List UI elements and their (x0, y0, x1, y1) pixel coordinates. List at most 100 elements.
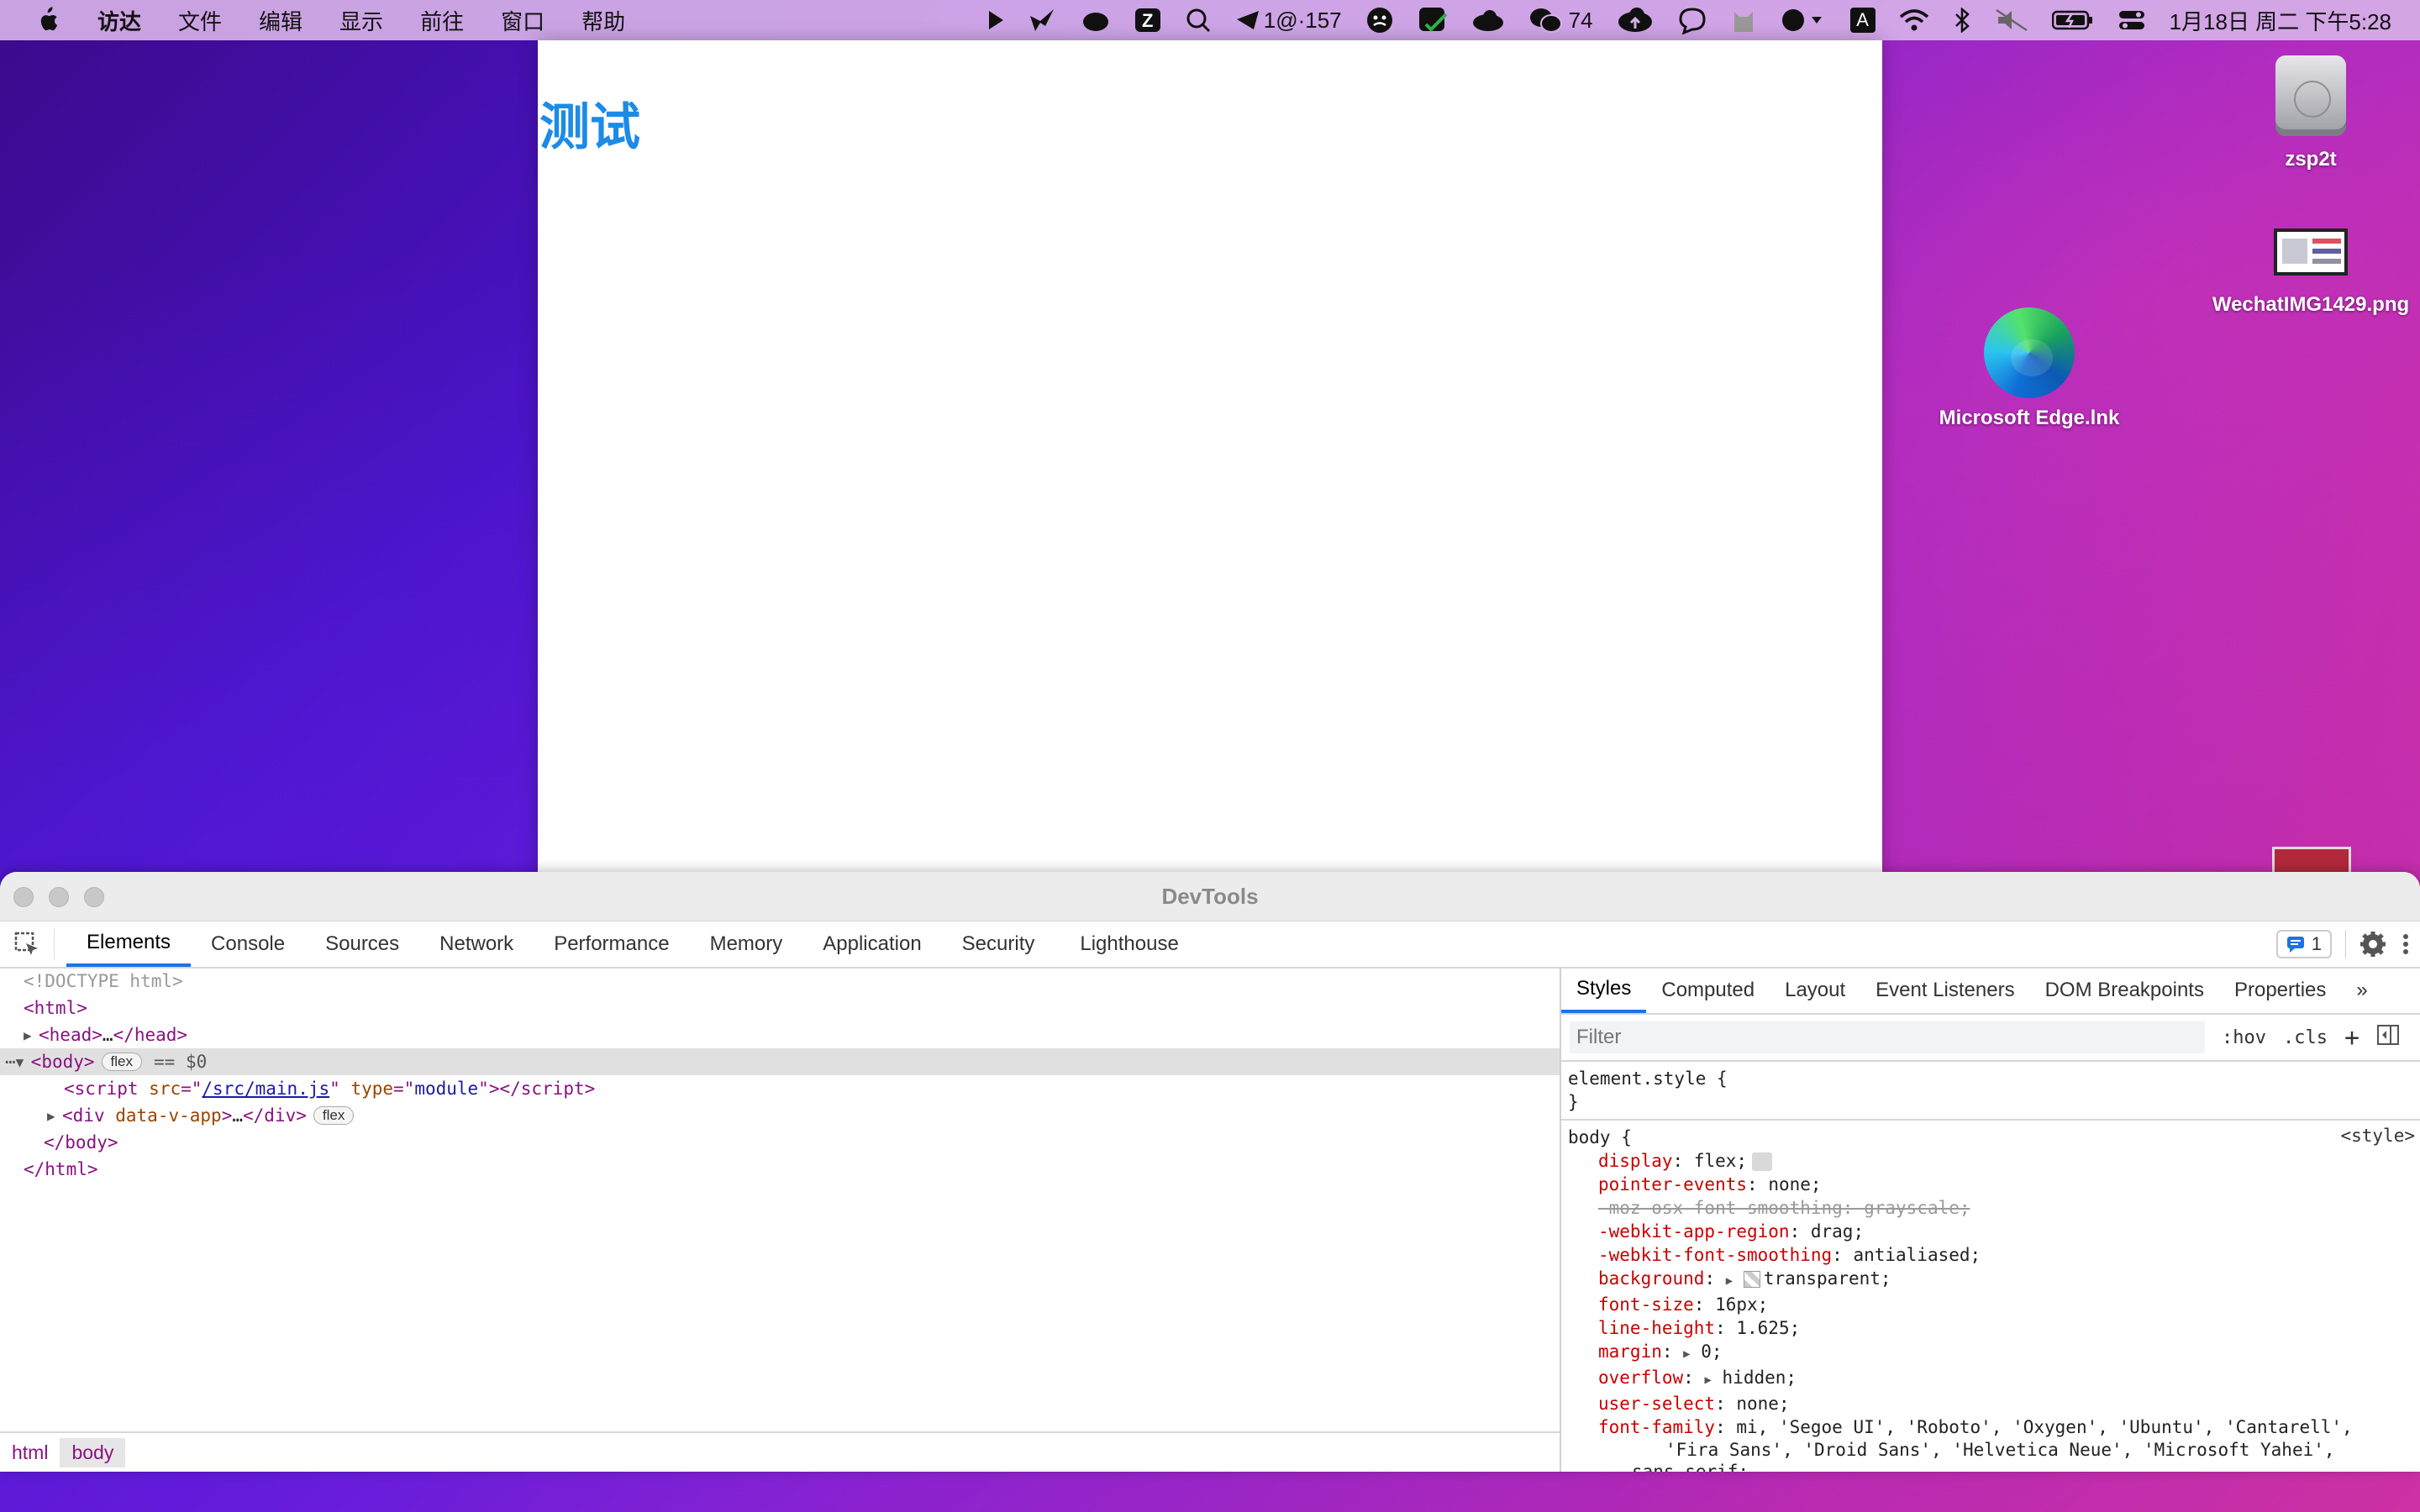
rule-source-link[interactable]: <style> (2340, 1126, 2415, 1146)
tab-lighthouse[interactable]: Lighthouse (1060, 921, 1198, 967)
wechat-icon[interactable]: 74 (1517, 0, 1605, 40)
tab-layout[interactable]: Layout (1770, 968, 1860, 1013)
menu-go[interactable]: 前往 (402, 5, 482, 36)
expand-arrow-icon[interactable]: ▶ (47, 1108, 62, 1124)
css-property[interactable]: user-select: none; (1568, 1392, 2413, 1415)
dom-script[interactable]: < script src ="/src/main.js " type =" module "… (0, 1075, 1560, 1102)
desktop-icon-label: zsp2t (2285, 148, 2337, 171)
add-rule-icon[interactable]: + (2344, 1023, 2360, 1053)
desktop-icon-zsp2t[interactable]: zsp2t (2269, 55, 2353, 171)
chat-bubble-icon[interactable] (1665, 0, 1719, 40)
dom-html-close[interactable]: </html> (0, 1156, 1560, 1183)
dom-html-open[interactable]: <html> (0, 995, 1560, 1021)
tab-computed[interactable]: Computed (1646, 968, 1770, 1013)
menu-window[interactable]: 窗口 (482, 5, 563, 36)
wifi-icon[interactable] (1887, 0, 1941, 40)
body-style-rule[interactable]: body { <style> display: flex; pointer-ev… (1561, 1121, 2420, 1472)
dom-body-close[interactable]: </body> (0, 1129, 1560, 1156)
expand-arrow-icon[interactable]: ▶ (1726, 1274, 1733, 1288)
cloud-icon[interactable] (1460, 0, 1517, 40)
clock[interactable]: 1月18日 周二 下午5:28 (2158, 0, 2403, 40)
inspect-element-icon[interactable] (0, 929, 55, 959)
tab-elements[interactable]: Elements (66, 921, 192, 967)
desktop-icon-label: WechatIMG1429.png (2212, 293, 2410, 316)
close-button[interactable] (13, 887, 34, 907)
battery-icon[interactable] (2040, 0, 2106, 40)
css-property[interactable]: display: flex; (1568, 1149, 2413, 1173)
search-chat-icon[interactable] (1173, 0, 1223, 40)
z-app-icon[interactable]: Z (1123, 0, 1173, 40)
more-tabs-chevron-icon[interactable]: » (2341, 968, 2382, 1013)
css-property[interactable]: overflow: ▶ hidden; (1568, 1366, 2413, 1392)
mail-counter[interactable]: 1@·157 (1223, 0, 1354, 40)
breadcrumb-body[interactable]: body (60, 1437, 126, 1467)
tab-sources[interactable]: Sources (305, 921, 419, 967)
expand-arrow-icon[interactable]: ▶ (1704, 1373, 1711, 1387)
tab-memory[interactable]: Memory (690, 921, 803, 967)
desktop-icon-wechat-image[interactable]: WechatIMG1429.png (2202, 228, 2420, 319)
element-style-rule[interactable]: element.style { } (1561, 1062, 2420, 1121)
desktop-icon-label: Microsoft Edge.lnk (1939, 407, 2120, 429)
css-property[interactable]: margin: ▶ 0; (1568, 1340, 2413, 1366)
color-swatch-icon[interactable] (1743, 1271, 1760, 1288)
tab-event-listeners[interactable]: Event Listeners (1860, 968, 2029, 1013)
collapse-arrow-icon[interactable]: ▼ (16, 1054, 31, 1070)
dom-head[interactable]: ▶ < head >… </head > (0, 1021, 1560, 1048)
zoom-button[interactable] (84, 887, 104, 907)
styles-filter-input[interactable] (1570, 1021, 2205, 1053)
tab-styles[interactable]: Styles (1561, 968, 1647, 1013)
flexbox-editor-icon[interactable] (1752, 1152, 1773, 1171)
hov-toggle[interactable]: :hov (2222, 1027, 2266, 1048)
bluetooth-icon[interactable] (1941, 0, 1983, 40)
tab-security[interactable]: Security (942, 921, 1055, 967)
input-method-icon[interactable]: A (1839, 0, 1887, 40)
tab-network[interactable]: Network (419, 921, 534, 967)
menu-finder[interactable]: 访达 (79, 5, 160, 36)
css-property[interactable]: line-height: 1.625; (1568, 1316, 2413, 1340)
toggle-dropdown-icon[interactable] (1768, 0, 1839, 40)
css-property[interactable]: -webkit-font-smoothing: antialiased; (1568, 1243, 2413, 1267)
more-options-icon[interactable] (2400, 931, 2412, 958)
expand-arrow-icon[interactable]: ▶ (24, 1027, 39, 1043)
control-center-icon[interactable] (2106, 0, 2158, 40)
cat-icon[interactable] (1719, 0, 1768, 40)
issues-button[interactable]: 1 (2275, 930, 2332, 958)
cloud-upload-icon[interactable] (1605, 0, 1665, 40)
css-property[interactable]: font-family: mi, 'Segoe UI', 'Roboto', '… (1568, 1415, 2413, 1439)
dom-div-app[interactable]: ▶ < div data-v-app >… </div > flex (0, 1102, 1560, 1129)
devtools-title: DevTools (1161, 883, 1259, 909)
face-icon[interactable] (1354, 0, 1406, 40)
menu-help[interactable]: 帮助 (563, 5, 644, 36)
play-icon[interactable] (975, 0, 1017, 40)
css-property[interactable]: pointer-events: none; (1568, 1173, 2413, 1196)
menu-view[interactable]: 显示 (321, 5, 402, 36)
bird-icon[interactable] (1017, 0, 1069, 40)
mute-icon[interactable] (1983, 0, 2040, 40)
css-property[interactable]: background: ▶ transparent; (1568, 1267, 2413, 1293)
desktop-icon-edge[interactable]: Microsoft Edge.lnk (1924, 307, 2134, 430)
tab-performance[interactable]: Performance (534, 921, 689, 967)
breadcrumb-html[interactable]: html (0, 1438, 60, 1467)
cls-toggle[interactable]: .cls (2283, 1027, 2328, 1048)
settings-gear-icon[interactable] (2360, 931, 2386, 958)
apple-icon[interactable] (30, 3, 64, 37)
tab-application[interactable]: Application (802, 921, 941, 967)
dom-body-selected[interactable]: ⋯ ▼ < body > flex == $0 (0, 1048, 1560, 1075)
check-app-icon[interactable] (1406, 0, 1460, 40)
minimize-button[interactable] (49, 887, 69, 907)
qq-icon[interactable] (1069, 0, 1123, 40)
toggle-sidebar-icon[interactable] (2376, 1024, 2400, 1051)
flex-badge[interactable]: flex (313, 1106, 355, 1125)
flex-badge[interactable]: flex (101, 1053, 143, 1071)
script-src-link[interactable]: /src/main.js (202, 1079, 329, 1099)
css-property[interactable]: -webkit-app-region: drag; (1568, 1220, 2413, 1243)
tab-dom-breakpoints[interactable]: DOM Breakpoints (2030, 968, 2219, 1013)
css-property[interactable]: font-size: 16px; (1568, 1293, 2413, 1316)
dom-doctype[interactable]: <!DOCTYPE html> (0, 968, 1560, 995)
menu-edit[interactable]: 编辑 (240, 5, 321, 36)
expand-arrow-icon[interactable]: ▶ (1683, 1347, 1690, 1361)
css-property-overridden[interactable]: -moz-osx-font-smoothing: grayscale; (1568, 1196, 2413, 1220)
tab-console[interactable]: Console (191, 921, 305, 967)
menu-file[interactable]: 文件 (160, 5, 240, 36)
tab-properties[interactable]: Properties (2219, 968, 2341, 1013)
